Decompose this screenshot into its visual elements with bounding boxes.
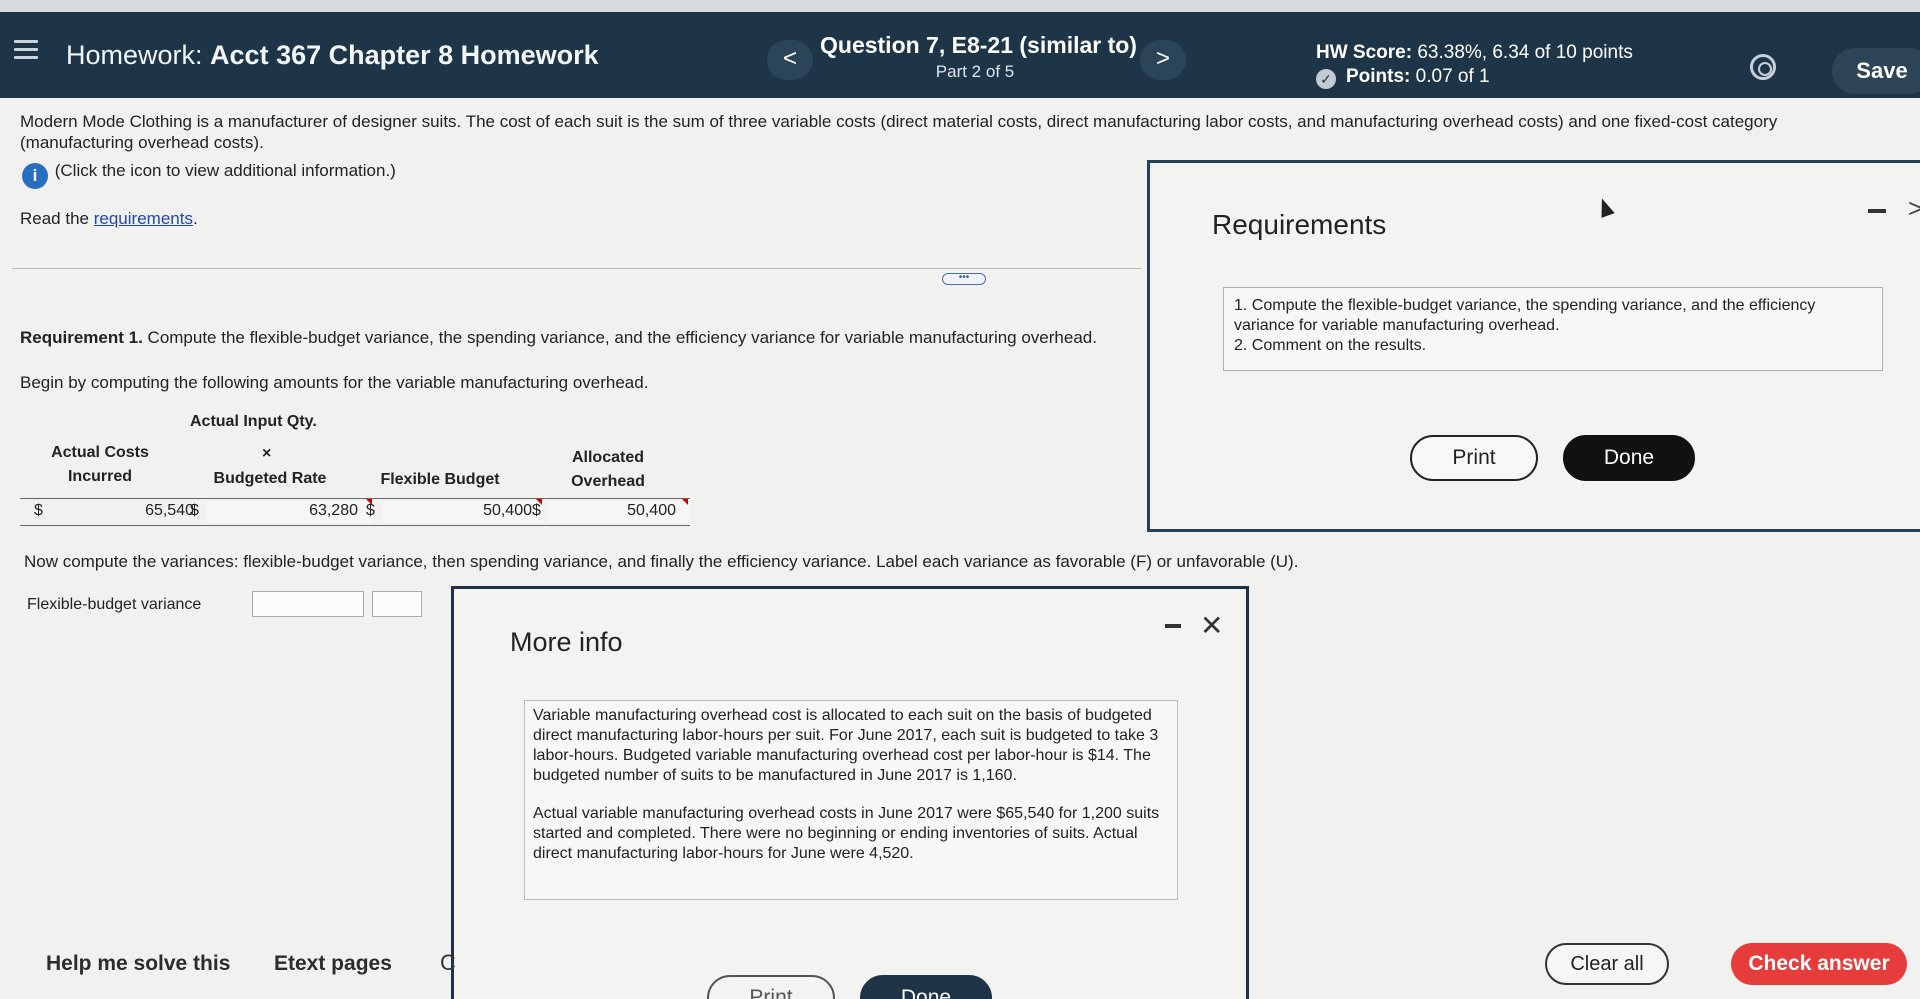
budgeted-rate-input[interactable]: 63,280 [206,499,374,523]
info-icon[interactable]: i [22,163,48,189]
hamburger-menu-icon[interactable] [14,40,38,60]
begin-instructions: Begin by computing the following amounts… [20,373,649,392]
additional-info-line: i (Click the icon to view additional inf… [22,161,396,189]
points-label: Points: [1346,66,1411,87]
chevron-right-icon[interactable]: > [1908,193,1920,224]
section-divider [12,268,1142,269]
more-info-print-button[interactable]: Print [707,975,835,999]
hw-score: HW Score: 63.38%, 6.34 of 10 points [1316,42,1633,64]
previous-question-button[interactable]: < [767,40,813,80]
variances-instructions: Now compute the variances: flexible-budg… [24,552,1299,571]
homework-title: Homework: Acct 367 Chapter 8 Homework [66,40,599,71]
allocated-overhead-input[interactable]: 50,400 [548,499,690,523]
hw-score-label: HW Score: [1316,42,1413,63]
question-title: Question 7, E8-21 (similar to) [820,32,1137,58]
more-info-paragraph-2: Actual variable manufacturing overhead c… [533,805,1160,862]
more-info-done-button[interactable]: Done [860,975,992,999]
header-actual-costs: Actual Costs Incurred [40,441,160,489]
requirements-list: 1. Compute the flexible-budget variance,… [1223,287,1883,371]
header-actual-costs-line1: Actual Costs [51,444,149,461]
question-part: Part 2 of 5 [935,62,1015,81]
minimize-icon[interactable] [1868,209,1886,213]
header-budgeted-rate: Budgeted Rate [213,470,327,487]
settings-gear-icon[interactable] [1750,54,1776,80]
requirements-popup: Requirements > 1. Compute the flexible-b… [1147,160,1920,532]
header-allocated-line1: Allocated [571,449,644,466]
hw-score-value: 63.38%, 6.34 of 10 points [1417,42,1633,63]
expand-more-button[interactable]: ••• [942,273,986,285]
minimize-icon[interactable] [1165,624,1181,628]
requirements-done-button[interactable]: Done [1563,435,1695,481]
budgeted-rate-value: 63,280 [309,502,358,519]
header-actual-input-qty: Actual Input Qty. [190,413,317,430]
read-requirements: Read the requirements. [20,209,198,229]
requirement-item-1: 1. Compute the flexible-budget variance,… [1234,297,1816,334]
more-info-popup: More info ✕ Variable manufacturing overh… [451,586,1249,999]
footer-partial-link[interactable]: C [440,950,456,976]
header-allocated-overhead: Allocated Overhead [553,446,663,494]
save-button[interactable]: Save [1832,48,1920,94]
points-value: 0.07 of 1 [1415,66,1490,87]
more-info-content: Variable manufacturing overhead cost is … [524,700,1178,900]
read-prefix: Read the [20,209,94,228]
more-info-paragraph-1: Variable manufacturing overhead cost is … [533,707,1159,784]
currency-symbol: $ [190,502,199,519]
read-suffix: . [192,209,198,228]
homework-title-name: Acct 367 Chapter 8 Homework [210,40,599,70]
header-actual-costs-line2: Incurred [67,468,132,485]
etext-pages-link[interactable]: Etext pages [274,952,392,976]
currency-symbol: $ [532,502,541,519]
help-me-solve-link[interactable]: Help me solve this [46,952,230,976]
check-answer-button[interactable]: Check answer [1731,943,1907,985]
requirement-1: Requirement 1. Compute the flexible-budg… [20,328,1097,348]
points: ✓ Points: 0.07 of 1 [1316,66,1490,89]
header-flexible-budget: Flexible Budget [380,471,500,488]
currency-symbol: $ [366,502,375,519]
close-icon[interactable]: ✕ [1200,609,1223,642]
allocated-overhead-value: 50,400 [627,502,676,519]
requirements-link[interactable]: requirements [94,209,193,228]
flexible-budget-variance-fu-select[interactable] [372,591,422,617]
partial-credit-icon: ✓ [1316,69,1336,89]
homework-title-prefix: Homework: [66,40,203,70]
clear-all-button[interactable]: Clear all [1545,943,1669,985]
header-allocated-line2: Overhead [571,473,645,490]
currency-symbol: $ [34,502,43,519]
answer-marker-icon [682,499,688,505]
requirement-1-text: Compute the flexible-budget variance, th… [142,328,1097,347]
flexible-budget-input[interactable]: 50,400 [382,499,544,523]
additional-info-text: (Click the icon to view additional infor… [54,161,396,180]
header-times: × [262,445,272,462]
top-bar: Homework: Acct 367 Chapter 8 Homework < … [0,0,1920,98]
requirement-1-label: Requirement 1. [20,328,143,347]
requirements-print-button[interactable]: Print [1410,435,1538,481]
more-info-title: More info [510,627,623,657]
flexible-budget-value: 50,400 [483,502,532,519]
actual-costs-value: 65,540 [145,502,194,519]
browser-strip [0,0,1920,12]
requirements-popup-title: Requirements [1212,209,1387,240]
amounts-row: $ 65,540 $ 63,280 $ 50,400 $ 50,400 [20,498,690,526]
flexible-budget-variance-label: Flexible-budget variance [27,596,202,613]
requirement-item-2: 2. Comment on the results. [1234,337,1427,354]
next-question-button[interactable]: > [1140,40,1186,80]
problem-intro: Modern Mode Clothing is a manufacturer o… [20,112,1778,152]
flexible-budget-variance-input[interactable] [252,591,364,617]
